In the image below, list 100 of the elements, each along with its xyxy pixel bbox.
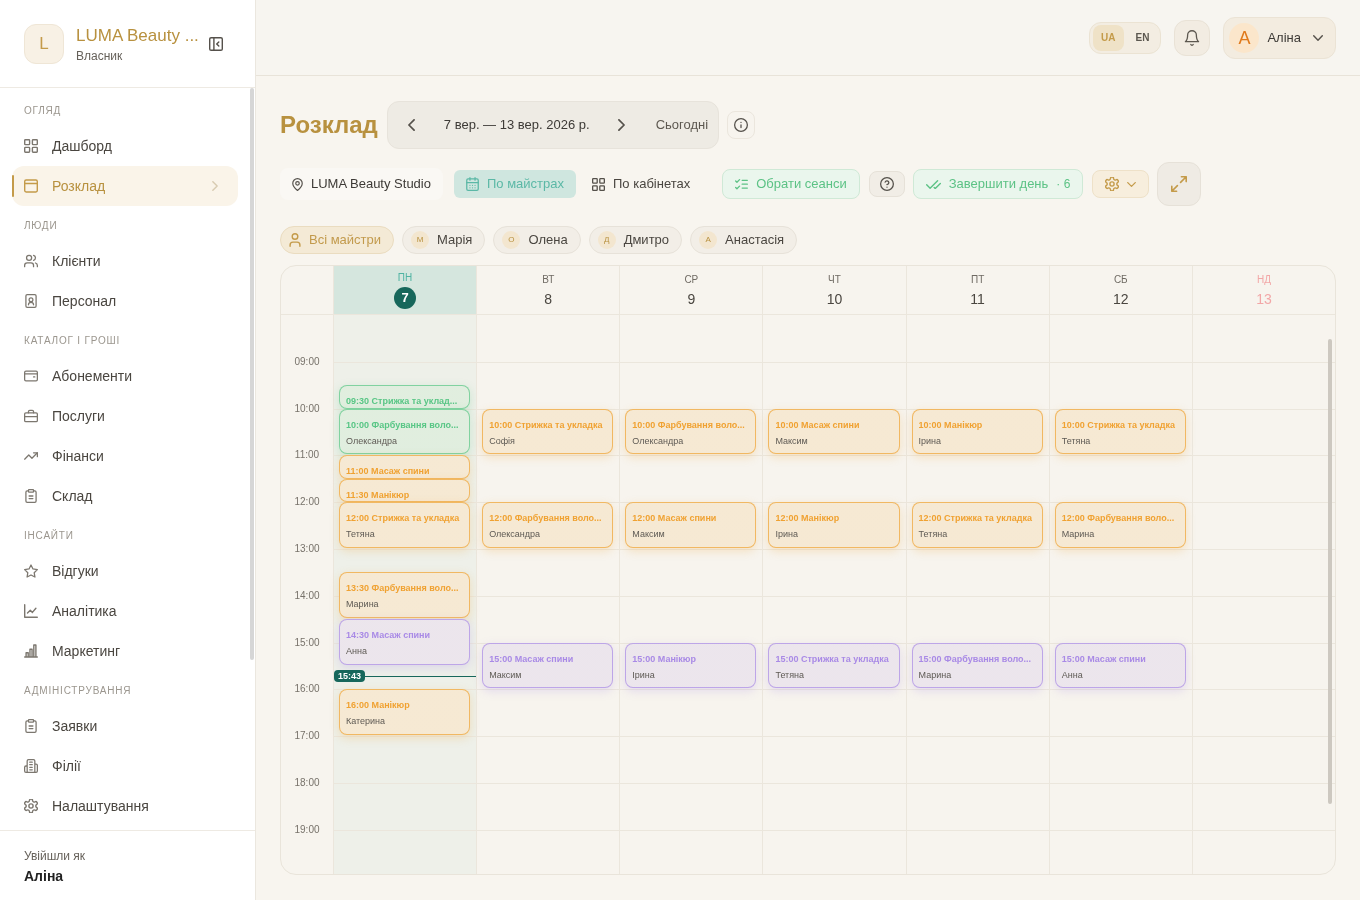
appointment-card[interactable]: 10:00 Фарбування воло... Олександра xyxy=(339,408,471,455)
wallet-icon xyxy=(24,369,38,383)
settings-icon xyxy=(1105,177,1120,191)
settings-icon xyxy=(24,799,38,813)
user-menu-button[interactable]: А Аліна xyxy=(1223,16,1336,59)
appointment-card[interactable]: 15:00 Манікюр Ірина xyxy=(625,642,757,689)
hour-label: 16:00 xyxy=(293,683,321,696)
weekday-label: СР xyxy=(684,274,699,286)
appointment-title: 10:00 Масаж спини xyxy=(775,418,861,431)
nav-item[interactable]: Відгуки xyxy=(12,551,238,591)
panel-collapse-icon xyxy=(209,36,223,51)
appointment-card[interactable]: 12:00 Стрижка та укладка Тетяна xyxy=(911,502,1043,548)
id-badge-icon xyxy=(24,294,38,308)
nav-item[interactable]: Дашборд xyxy=(12,126,238,166)
hour-label: 17:00 xyxy=(293,730,321,743)
nav-item[interactable]: Клієнти xyxy=(12,241,238,281)
filter-chip[interactable]: Д Дмитро xyxy=(588,226,683,254)
weekday-label: СБ xyxy=(1113,274,1128,286)
appointment-card[interactable]: 10:00 Манікюр Ірина xyxy=(911,408,1043,455)
info-button[interactable] xyxy=(727,111,756,139)
chevron-left-icon xyxy=(408,119,416,131)
weekday-label: ПН xyxy=(397,272,413,284)
appointment-title: 15:00 Масаж спини xyxy=(1061,652,1147,665)
appointment-card[interactable]: 14:30 Масаж спини Анна xyxy=(339,619,471,665)
calendar-icon xyxy=(24,179,38,193)
master-avatar: А xyxy=(699,231,718,249)
weekday-label: ЧТ xyxy=(828,274,841,286)
help-button[interactable] xyxy=(868,171,905,197)
filter-chip[interactable]: О Олена xyxy=(493,226,581,254)
client-name: Тетяна xyxy=(1061,434,1092,447)
sidebar-scrollbar[interactable] xyxy=(250,88,254,660)
section-heading: АДМІНІСТРУВАННЯ xyxy=(23,684,133,698)
nav-item[interactable]: Абонементи xyxy=(12,356,238,396)
appointment-card[interactable]: 15:00 Масаж спини Максим xyxy=(482,642,614,689)
appointment-card[interactable]: 10:00 Масаж спини Максим xyxy=(768,408,900,455)
nav-item[interactable]: Послуги xyxy=(12,396,238,436)
location-selector[interactable]: LUMA Beauty Studio xyxy=(280,168,443,200)
client-name: Анна xyxy=(346,645,368,658)
calendar-scrollbar[interactable] xyxy=(1328,339,1332,804)
signed-in-user: Аліна xyxy=(24,867,65,886)
page-title: Розклад xyxy=(280,110,378,140)
appointment-card[interactable]: 12:00 Стрижка та укладка Тетяна xyxy=(339,502,471,548)
appointment-card[interactable]: 12:00 Фарбування воло... Олександра xyxy=(482,502,614,548)
collapse-sidebar-button[interactable] xyxy=(209,36,223,51)
appointment-title: 12:00 Стрижка та укладка xyxy=(918,512,1033,525)
appointment-card[interactable]: 15:00 Стрижка та укладка Тетяна xyxy=(768,642,900,689)
brand-role: Власник xyxy=(76,47,124,64)
notifications-button[interactable] xyxy=(1174,19,1211,56)
double-check-icon xyxy=(925,179,941,189)
today-button[interactable]: Сьогодні xyxy=(655,115,709,135)
appointment-card[interactable]: 15:00 Фарбування воло... Марина xyxy=(911,642,1043,689)
section-heading: КАТАЛОГ І ГРОШІ xyxy=(23,334,122,348)
chevron-down-icon xyxy=(1313,34,1323,41)
nav-item[interactable]: Налаштування xyxy=(12,786,238,826)
nav-item[interactable]: Заявки xyxy=(12,706,238,746)
client-name: Софія xyxy=(489,434,516,447)
appointment-title: 12:00 Фарбування воло... xyxy=(1061,512,1176,525)
appointment-card[interactable]: 10:00 Стрижка та укладка Тетяна xyxy=(1054,408,1186,455)
appointment-title: 10:00 Фарбування воло... xyxy=(346,418,460,431)
section-heading: ІНСАЙТИ xyxy=(23,528,75,543)
section-heading: ЛЮДИ xyxy=(23,219,59,233)
nav-item[interactable]: Фінанси xyxy=(12,436,238,476)
appointment-title: 10:00 Стрижка та укладка xyxy=(1061,418,1177,431)
hour-label: 10:00 xyxy=(293,402,321,415)
client-name: Марина xyxy=(1061,528,1096,541)
appointment-title: 15:00 Фарбування воло... xyxy=(918,652,1033,665)
client-name: Марина xyxy=(346,598,380,611)
filter-chip[interactable]: А Анастасія xyxy=(690,226,798,254)
client-name: Катерина xyxy=(346,715,387,728)
info-icon xyxy=(734,118,749,132)
nav-item[interactable]: Персонал xyxy=(12,281,238,321)
nav-item[interactable]: Філії xyxy=(12,746,238,786)
appointment-card[interactable]: 13:30 Фарбування воло... Марина xyxy=(339,572,471,619)
appointment-card[interactable]: 10:00 Фарбування воло... Олександра xyxy=(625,408,757,455)
nav-item[interactable]: Маркетинг xyxy=(12,631,238,671)
master-avatar: М xyxy=(411,231,430,249)
appointment-card[interactable]: 15:00 Масаж спини Анна xyxy=(1054,642,1186,689)
calendar-icon xyxy=(465,177,479,191)
appointment-title: 14:30 Масаж спини xyxy=(346,629,432,642)
list-checks-icon xyxy=(735,177,749,191)
appointment-title: 12:00 Стрижка та укладка xyxy=(346,512,461,525)
appointment-title: 12:00 Фарбування воло... xyxy=(489,512,603,525)
appointment-card[interactable]: 12:00 Фарбування воло... Марина xyxy=(1054,502,1186,548)
appointment-card[interactable]: 12:00 Масаж спини Максим xyxy=(625,502,757,548)
appointment-card[interactable]: 16:00 Манікюр Катерина xyxy=(339,689,471,736)
language-option[interactable]: EN xyxy=(1127,24,1158,51)
filter-chip[interactable]: М Марія xyxy=(402,226,486,254)
hour-label: 19:00 xyxy=(293,823,321,836)
briefcase-icon xyxy=(24,409,38,423)
client-name: Ірина xyxy=(775,528,799,541)
day-number: 7 xyxy=(394,287,417,309)
nav-item[interactable]: Склад xyxy=(12,476,238,516)
signed-in-caption: Увійшли як xyxy=(24,848,87,864)
nav-item[interactable]: Аналітика xyxy=(12,591,238,631)
appointment-card[interactable]: 10:00 Стрижка та укладка Софія xyxy=(482,408,614,455)
view-tab[interactable]: По кабінетах xyxy=(580,170,703,198)
hour-label: 13:00 xyxy=(293,543,321,555)
appointment-card[interactable]: 12:00 Манікюр Ірина xyxy=(768,502,900,548)
hour-label: 12:00 xyxy=(293,496,321,509)
star-icon xyxy=(24,564,38,578)
